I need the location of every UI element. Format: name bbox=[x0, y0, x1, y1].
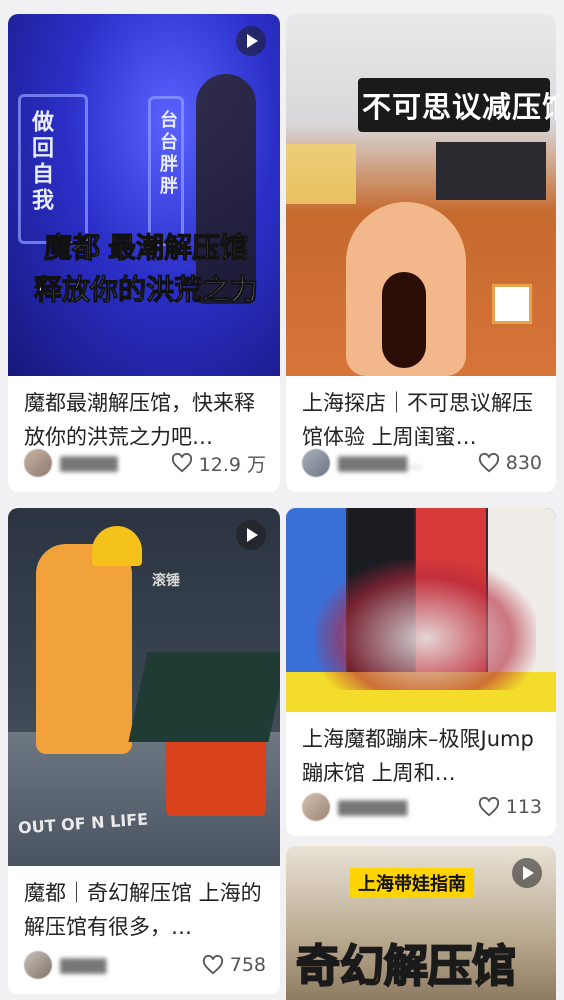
heart-icon bbox=[171, 453, 192, 473]
card-title[interactable]: 上海魔都蹦床–极限Jump蹦床馆 上周和… bbox=[286, 712, 556, 790]
card-cover-image[interactable]: 上海带娃指南 奇幻解压馆 bbox=[286, 846, 556, 1000]
store-sign-text: 不可思议减压馆 bbox=[362, 90, 556, 124]
cover-side-text: 台台胖胖 bbox=[157, 110, 178, 198]
cover-caption: 奇幻解压馆 bbox=[295, 940, 517, 993]
like-count: 830 bbox=[505, 452, 542, 474]
card-title[interactable]: 魔都最潮解压馆，快来释放你的洪荒之力吧… bbox=[8, 376, 280, 454]
card-title[interactable]: 魔都｜奇幻解压馆 上海的解压馆有很多，… bbox=[8, 866, 280, 944]
heart-icon bbox=[478, 453, 499, 473]
floor-text-part: LIFE bbox=[109, 809, 149, 832]
card-title[interactable]: 上海探店｜不可思议解压馆体验 上周闺蜜… bbox=[286, 376, 556, 454]
author-name-blurred[interactable]: ▇▇▇▇▇▇… bbox=[338, 454, 478, 472]
like-button[interactable]: 12.9 万 bbox=[171, 450, 266, 477]
like-button[interactable]: 830 bbox=[478, 452, 542, 474]
heart-icon bbox=[202, 955, 223, 975]
feed-card[interactable]: 滚锤 OUT OF N LIFE 魔都｜奇幻解压馆 上海的解压馆有很多，… ▇▇… bbox=[8, 508, 280, 994]
card-cover-image[interactable]: 做回自我 台台胖胖 魔都 最潮解压馆 释放你的洪荒之力 bbox=[8, 14, 280, 376]
heart-icon bbox=[478, 797, 499, 817]
cover-caption-part: 魔都 bbox=[43, 231, 101, 265]
video-play-icon bbox=[236, 520, 266, 550]
avatar[interactable] bbox=[24, 449, 52, 477]
card-meta: ▇▇▇▇▇ 12.9 万 bbox=[24, 448, 266, 478]
cover-caption: 魔都 最潮解压馆 bbox=[43, 226, 249, 266]
card-meta: ▇▇▇▇ 758 bbox=[24, 950, 266, 980]
like-count: 113 bbox=[505, 796, 542, 818]
card-meta: ▇▇▇▇▇▇… 830 bbox=[302, 448, 542, 478]
cover-caption-highlight: 最潮解压馆 bbox=[108, 231, 249, 265]
avatar[interactable] bbox=[302, 793, 330, 821]
like-button[interactable]: 113 bbox=[478, 796, 542, 818]
card-cover-image[interactable]: 不可思议减压馆 bbox=[286, 14, 556, 376]
cover-wall-text: 滚锤 bbox=[152, 573, 180, 589]
video-play-icon bbox=[512, 858, 542, 888]
card-cover-image[interactable] bbox=[286, 508, 556, 712]
feed-card[interactable]: 做回自我 台台胖胖 魔都 最潮解压馆 释放你的洪荒之力 魔都最潮解压馆，快来释放你… bbox=[8, 14, 280, 492]
person-in-orange-suit bbox=[36, 544, 132, 754]
cover-side-text: 做回自我 bbox=[28, 110, 53, 214]
card-meta: ▇▇▇▇▇▇ 113 bbox=[302, 792, 542, 822]
like-count: 758 bbox=[229, 954, 266, 976]
author-name-blurred[interactable]: ▇▇▇▇▇ bbox=[60, 454, 171, 472]
group-of-people bbox=[316, 560, 536, 690]
like-button[interactable]: 758 bbox=[202, 954, 266, 976]
video-play-icon bbox=[236, 26, 266, 56]
cover-caption: 释放你的洪荒之力 bbox=[33, 273, 259, 307]
feed-card[interactable]: 上海魔都蹦床–极限Jump蹦床馆 上周和… ▇▇▇▇▇▇ 113 bbox=[286, 508, 556, 836]
cover-caption: 上海带娃指南 bbox=[350, 868, 474, 898]
like-count: 12.9 万 bbox=[198, 453, 266, 476]
feed-card[interactable]: 不可思议减压馆 上海探店｜不可思议解压馆体验 上周闺蜜… ▇▇▇▇▇▇… 830 bbox=[286, 14, 556, 492]
avatar[interactable] bbox=[24, 951, 52, 979]
card-cover-image[interactable]: 滚锤 OUT OF N LIFE bbox=[8, 508, 280, 866]
avatar[interactable] bbox=[302, 449, 330, 477]
author-name-blurred[interactable]: ▇▇▇▇ bbox=[60, 956, 202, 974]
feed-card[interactable]: 上海带娃指南 奇幻解压馆 bbox=[286, 846, 556, 1000]
author-name-blurred[interactable]: ▇▇▇▇▇▇ bbox=[338, 798, 478, 816]
